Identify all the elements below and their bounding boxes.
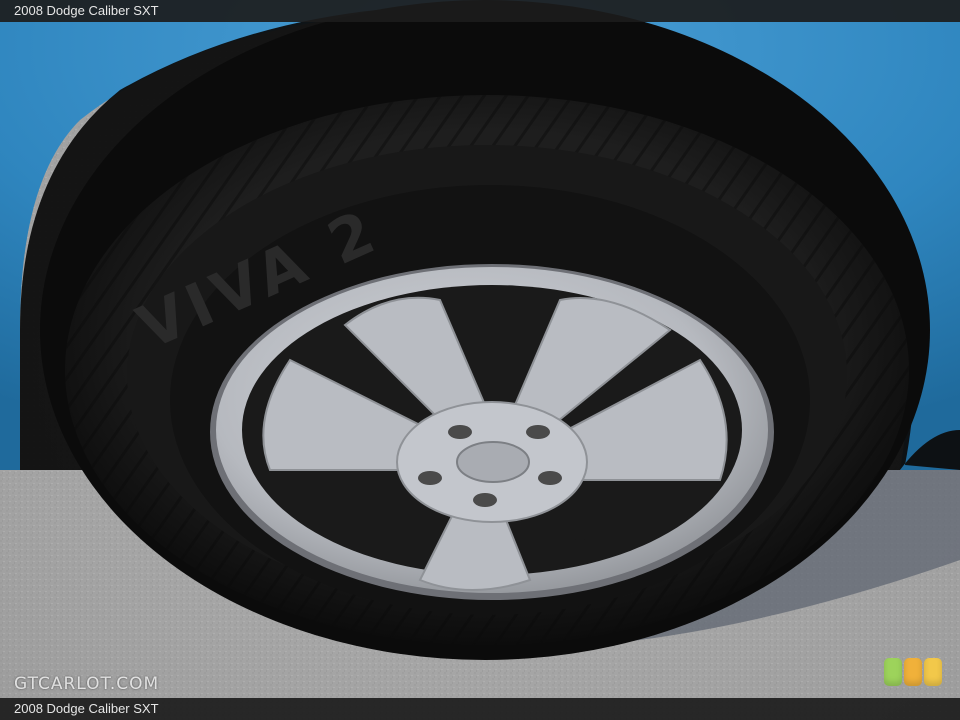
rating-square-orange bbox=[904, 658, 922, 686]
rating-indicator bbox=[884, 658, 942, 686]
rating-square-yellow bbox=[924, 658, 942, 686]
rating-square-green bbox=[884, 658, 902, 686]
wheel-photo: VIVA 2 bbox=[0, 0, 960, 720]
valve-stem bbox=[572, 538, 588, 558]
photo-frame: VIVA 2 2008 Dodge Caliber SXT GTCARLOT.C… bbox=[0, 0, 960, 720]
photo-title: 2008 Dodge Caliber SXT bbox=[0, 0, 960, 22]
photo-caption: 2008 Dodge Caliber SXT bbox=[0, 698, 960, 720]
site-watermark: GTCARLOT.COM bbox=[14, 674, 160, 694]
